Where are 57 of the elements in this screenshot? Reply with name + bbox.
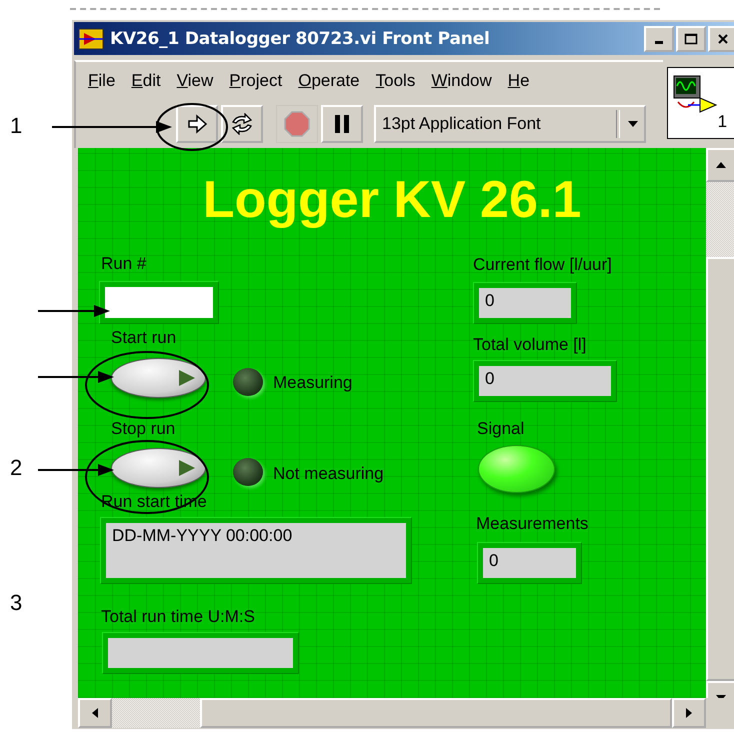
stop-icon — [284, 111, 310, 137]
control-label: Total run time U:M:S — [101, 607, 255, 627]
input-field[interactable] — [105, 287, 213, 318]
triangle-icon — [177, 368, 197, 388]
minimize-icon — [655, 41, 663, 44]
annotation-number: 2 — [10, 455, 22, 481]
close-button[interactable] — [708, 26, 734, 52]
maximize-icon — [684, 32, 698, 44]
menu-item[interactable]: View — [170, 71, 224, 91]
control-label: Measuring — [273, 373, 352, 393]
horizontal-scrollbar[interactable] — [78, 698, 706, 728]
oval-button[interactable] — [111, 358, 206, 398]
display-field: DD-MM-YYYY 00:00:00 — [106, 523, 406, 578]
menu-item[interactable]: Operate — [292, 71, 370, 91]
control-label: Run # — [101, 254, 146, 274]
control-label: Not measuring — [273, 464, 384, 484]
left-arrow-icon — [92, 708, 98, 718]
control-label: Stop run — [111, 419, 176, 439]
control-label: Signal — [477, 419, 524, 439]
menu-item[interactable]: Edit — [125, 71, 171, 91]
oval-button[interactable] — [111, 448, 206, 488]
minimize-button[interactable] — [644, 26, 674, 52]
window-title: KV26_1 Datalogger 80723.vi Front Panel — [110, 28, 490, 48]
control-label: Total volume [l] — [473, 335, 586, 355]
scrollbar-thumb[interactable] — [200, 698, 672, 728]
up-arrow-icon — [716, 162, 726, 168]
run-continuously-button[interactable] — [221, 105, 263, 143]
menu-item[interactable]: He — [502, 71, 540, 91]
control-label: Current flow [l/uur] — [473, 255, 612, 275]
menu-item[interactable]: Project — [223, 71, 292, 91]
arrow — [38, 305, 110, 317]
cycle-arrows-icon — [229, 113, 255, 135]
annotation-circle — [156, 103, 228, 151]
annotation-number: 3 — [10, 590, 22, 616]
pause-button[interactable] — [321, 105, 363, 143]
panel-title: Logger KV 26.1 — [202, 170, 582, 230]
pause-icon — [333, 114, 351, 134]
control-label: Measurements — [476, 514, 588, 534]
run-button[interactable] — [176, 105, 218, 143]
arrow-icon — [186, 114, 208, 134]
app-icon — [78, 28, 104, 50]
control-label: Start run — [111, 328, 176, 348]
font-dropdown[interactable]: 13pt Application Font — [374, 105, 646, 143]
display-field: 0 — [479, 366, 611, 396]
close-icon — [717, 32, 729, 44]
vi-icon: 1 — [666, 67, 734, 139]
menu-item[interactable]: Tools — [370, 71, 426, 91]
menu-item[interactable]: Window — [425, 71, 502, 91]
right-arrow-icon — [686, 708, 692, 718]
display-field: 0 — [483, 548, 576, 578]
caret-icon — [628, 121, 638, 127]
display-field: 0 — [479, 288, 571, 318]
triangle-icon — [177, 458, 197, 478]
menu-item[interactable]: File — [82, 71, 126, 91]
scrollbar-thumb[interactable] — [706, 257, 734, 681]
annotation-number: 1 — [10, 113, 22, 139]
maximize-button[interactable] — [676, 26, 706, 52]
